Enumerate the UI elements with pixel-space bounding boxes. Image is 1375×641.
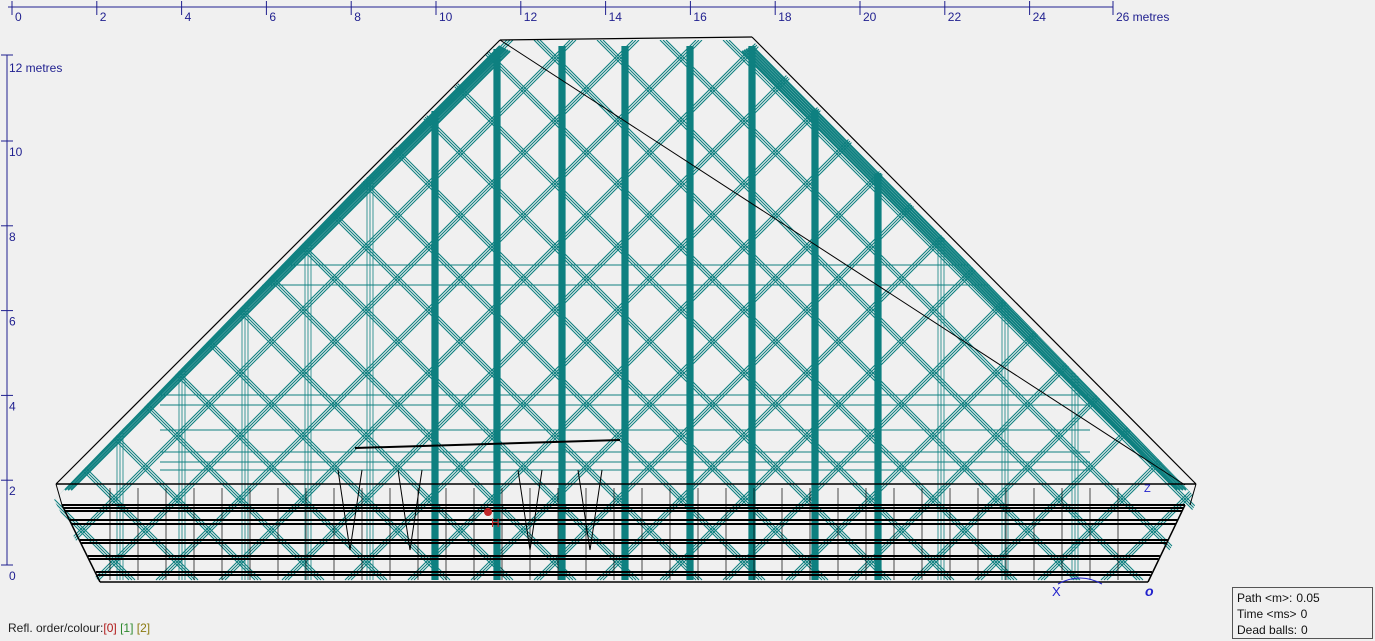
y-tick-label: 10: [9, 145, 23, 159]
x-tick-label: 24: [1033, 10, 1047, 24]
receiver-x-label: X: [1052, 584, 1061, 599]
x-axis-tick-labels: 0 2 4 6 8 10 12 14 16 18 20 22 24: [15, 10, 1046, 24]
corner-z-label: Z: [1144, 483, 1151, 495]
path-row: Path <m>: 0.05: [1237, 591, 1320, 605]
y-tick-label: 6: [9, 315, 16, 329]
reflection-ray-wireframe: [54, 40, 1198, 581]
x-tick-label: 20: [863, 10, 877, 24]
x-tick-label: 6: [269, 10, 276, 24]
legend-order-0: [0]: [103, 621, 117, 635]
x-tick-label: 22: [948, 10, 962, 24]
x-tick-label: 14: [609, 10, 623, 24]
x-tick-label: 8: [354, 10, 361, 24]
y-tick-label: 0: [9, 569, 16, 583]
x-axis-last-tick: 26 metres: [1116, 10, 1169, 24]
y-tick-label: 2: [9, 484, 16, 498]
legend-order-1: [1]: [120, 621, 134, 635]
y-tick-label: 8: [9, 230, 16, 244]
x-tick-label: 2: [100, 10, 107, 24]
x-tick-label: 12: [524, 10, 538, 24]
x-tick-label: 16: [693, 10, 707, 24]
receiver-arc: [1057, 577, 1103, 585]
info-panel: Path <m>: 0.05 Time <ms> 0 Dead balls: 0: [1232, 587, 1373, 639]
x-tick-label: 18: [778, 10, 792, 24]
source-label: H: [491, 516, 500, 530]
y-axis-tick-labels: 0 2 4 6 8 10: [9, 145, 23, 583]
room-wireframe-view[interactable]: H X o Z 0 2 4 6 8 10 12 14 16 18 20 22 24 0246810 26…: [0, 0, 1375, 641]
reflection-legend: Refl. order/colour:[0] [1] [2]: [8, 621, 150, 635]
dead-balls-value: 0: [1301, 623, 1308, 637]
legend-label: Refl. order/colour:: [8, 621, 104, 635]
dead-balls-row: Dead balls: 0: [1237, 623, 1308, 637]
x-tick-label: 10: [439, 10, 453, 24]
y-axis-top-tick: 12 metres: [9, 61, 62, 75]
path-value: 0.05: [1296, 591, 1320, 605]
time-row: Time <ms> 0: [1237, 607, 1308, 621]
y-tick-label: 4: [9, 399, 16, 413]
legend-order-2: [2]: [136, 621, 151, 635]
x-tick-label: 4: [185, 10, 192, 24]
x-tick-label: 0: [15, 10, 22, 24]
receiver-o-label: o: [1145, 583, 1154, 599]
time-value: 0: [1300, 607, 1308, 621]
